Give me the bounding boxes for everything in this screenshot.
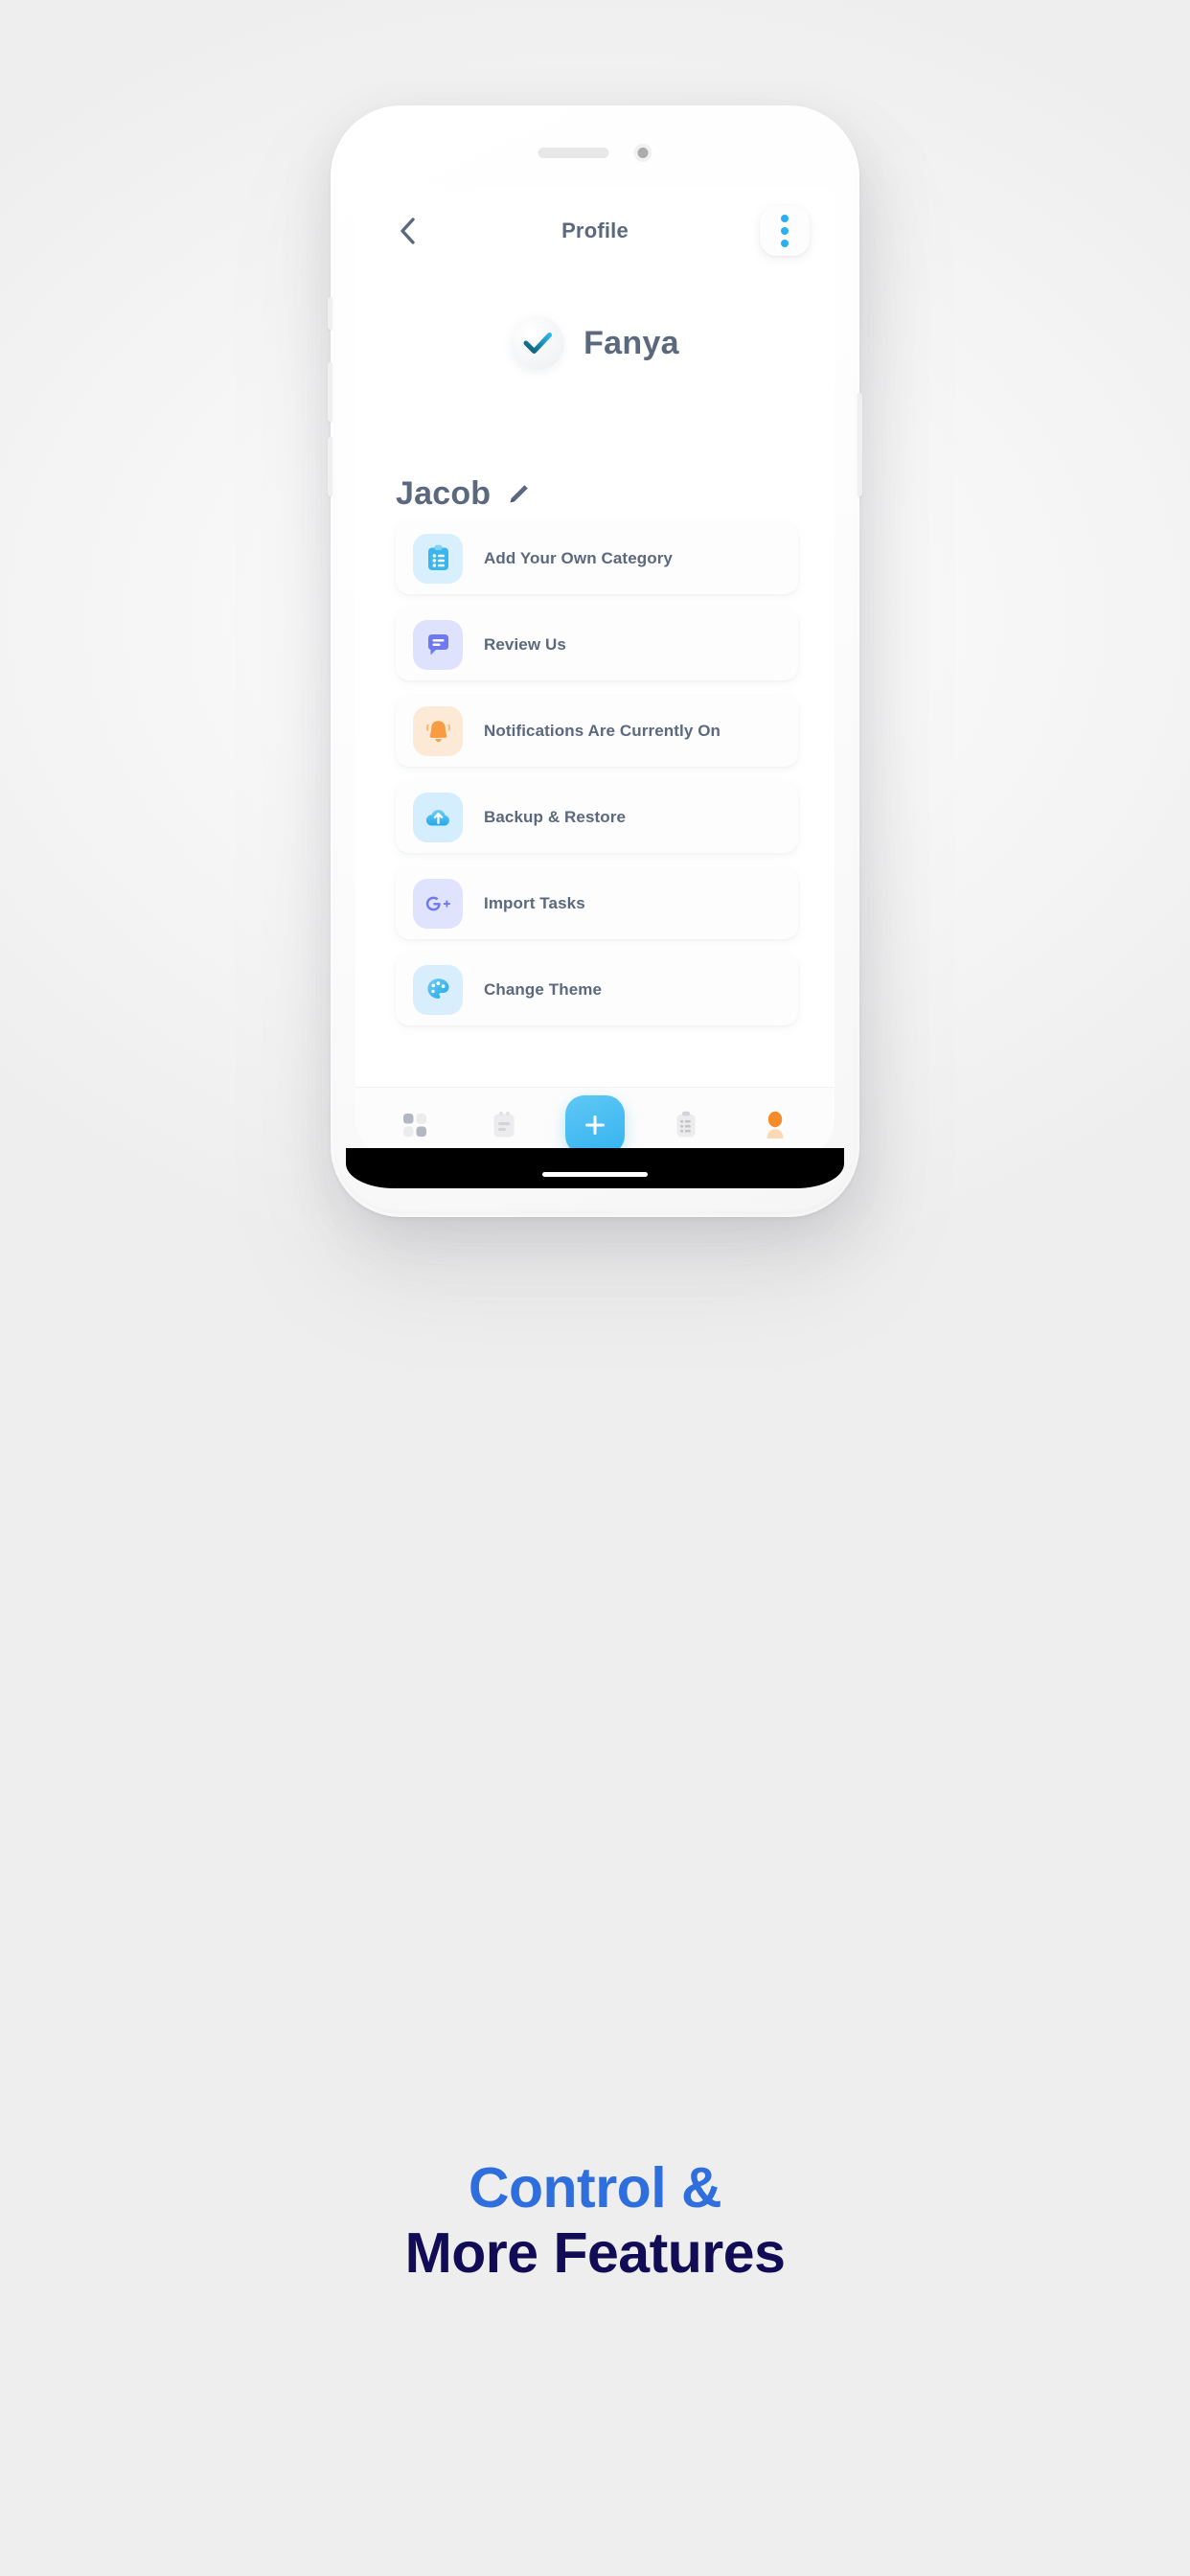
checkmark-logo-icon	[523, 333, 553, 354]
bell-icon-bg	[413, 705, 463, 756]
palette-icon	[427, 978, 448, 999]
settings-row-review-us[interactable]: Review Us	[396, 609, 798, 680]
marketing-caption: Control & More Features	[0, 2156, 1190, 2288]
caption-line-1: Control &	[468, 2156, 722, 2220]
home-indicator[interactable]	[542, 1172, 648, 1177]
profile-avatar-icon	[767, 1111, 784, 1138]
speaker-grille	[538, 148, 609, 158]
settings-row-change-theme[interactable]: Change Theme	[396, 954, 798, 1025]
settings-list: Add Your Own Category Review Us Notifica…	[355, 522, 835, 1025]
home-indicator-bar	[346, 1148, 844, 1188]
settings-row-label: Import Tasks	[484, 893, 585, 912]
nav-profile[interactable]	[748, 1098, 802, 1152]
nav-dashboard[interactable]	[388, 1098, 442, 1152]
brand-name: Fanya	[584, 324, 679, 361]
kebab-dot	[781, 240, 789, 247]
notes-icon	[493, 1111, 515, 1137]
kebab-dot	[781, 215, 789, 222]
settings-row-add-category[interactable]: Add Your Own Category	[396, 522, 798, 594]
plus-add-icon	[584, 1115, 605, 1135]
volume-up-button[interactable]	[328, 362, 332, 422]
settings-row-label: Add Your Own Category	[484, 548, 673, 567]
clipboard-icon-bg	[413, 533, 463, 584]
nav-checklist[interactable]	[659, 1098, 713, 1152]
app-header: Profile	[355, 190, 835, 272]
kebab-dot	[781, 227, 789, 235]
settings-row-notifications[interactable]: Notifications Are Currently On	[396, 695, 798, 767]
phone-body: Profile Fanya Jacob Add Your Own Categor…	[328, 105, 862, 1217]
mute-switch[interactable]	[328, 297, 332, 330]
back-button[interactable]	[386, 210, 428, 252]
palette-icon-bg	[413, 964, 463, 1015]
front-camera	[633, 144, 652, 162]
google-plus-icon-bg	[413, 878, 463, 929]
add-task-button[interactable]	[564, 1094, 625, 1155]
settings-row-label: Change Theme	[484, 979, 603, 999]
user-name-row: Jacob	[396, 475, 835, 513]
chat-bubble-icon-bg	[413, 619, 463, 670]
phone-top-hardware	[538, 144, 652, 162]
chat-bubble-icon	[427, 634, 448, 656]
settings-row-import-tasks[interactable]: Import Tasks	[396, 867, 798, 939]
settings-row-label: Backup & Restore	[484, 807, 627, 826]
brand-row: Fanya	[355, 316, 835, 370]
volume-down-button[interactable]	[328, 437, 332, 496]
bell-icon	[425, 720, 450, 742]
settings-row-label: Review Us	[484, 634, 566, 654]
google-plus-icon	[425, 896, 450, 910]
app-screen: Profile Fanya Jacob Add Your Own Categor…	[355, 190, 835, 1162]
cloud-upload-icon	[425, 809, 449, 825]
edit-name-button[interactable]	[506, 482, 531, 507]
pencil-edit-icon	[510, 484, 529, 502]
overflow-menu-button[interactable]	[760, 206, 810, 256]
clipboard-icon	[427, 544, 448, 570]
brand-logo	[511, 316, 565, 370]
caption-line-2: More Features	[404, 2221, 786, 2286]
nav-notes[interactable]	[477, 1098, 531, 1152]
settings-row-label: Notifications Are Currently On	[484, 721, 721, 740]
settings-row-backup-restore[interactable]: Backup & Restore	[396, 781, 798, 853]
cloud-upload-icon-bg	[413, 792, 463, 842]
power-button[interactable]	[858, 393, 862, 496]
checklist-icon	[676, 1111, 696, 1137]
phone-mockup: Profile Fanya Jacob Add Your Own Categor…	[164, 105, 1026, 1294]
chevron-left-icon	[400, 218, 415, 244]
grid-dashboard-icon	[403, 1113, 427, 1137]
user-name: Jacob	[396, 475, 492, 512]
